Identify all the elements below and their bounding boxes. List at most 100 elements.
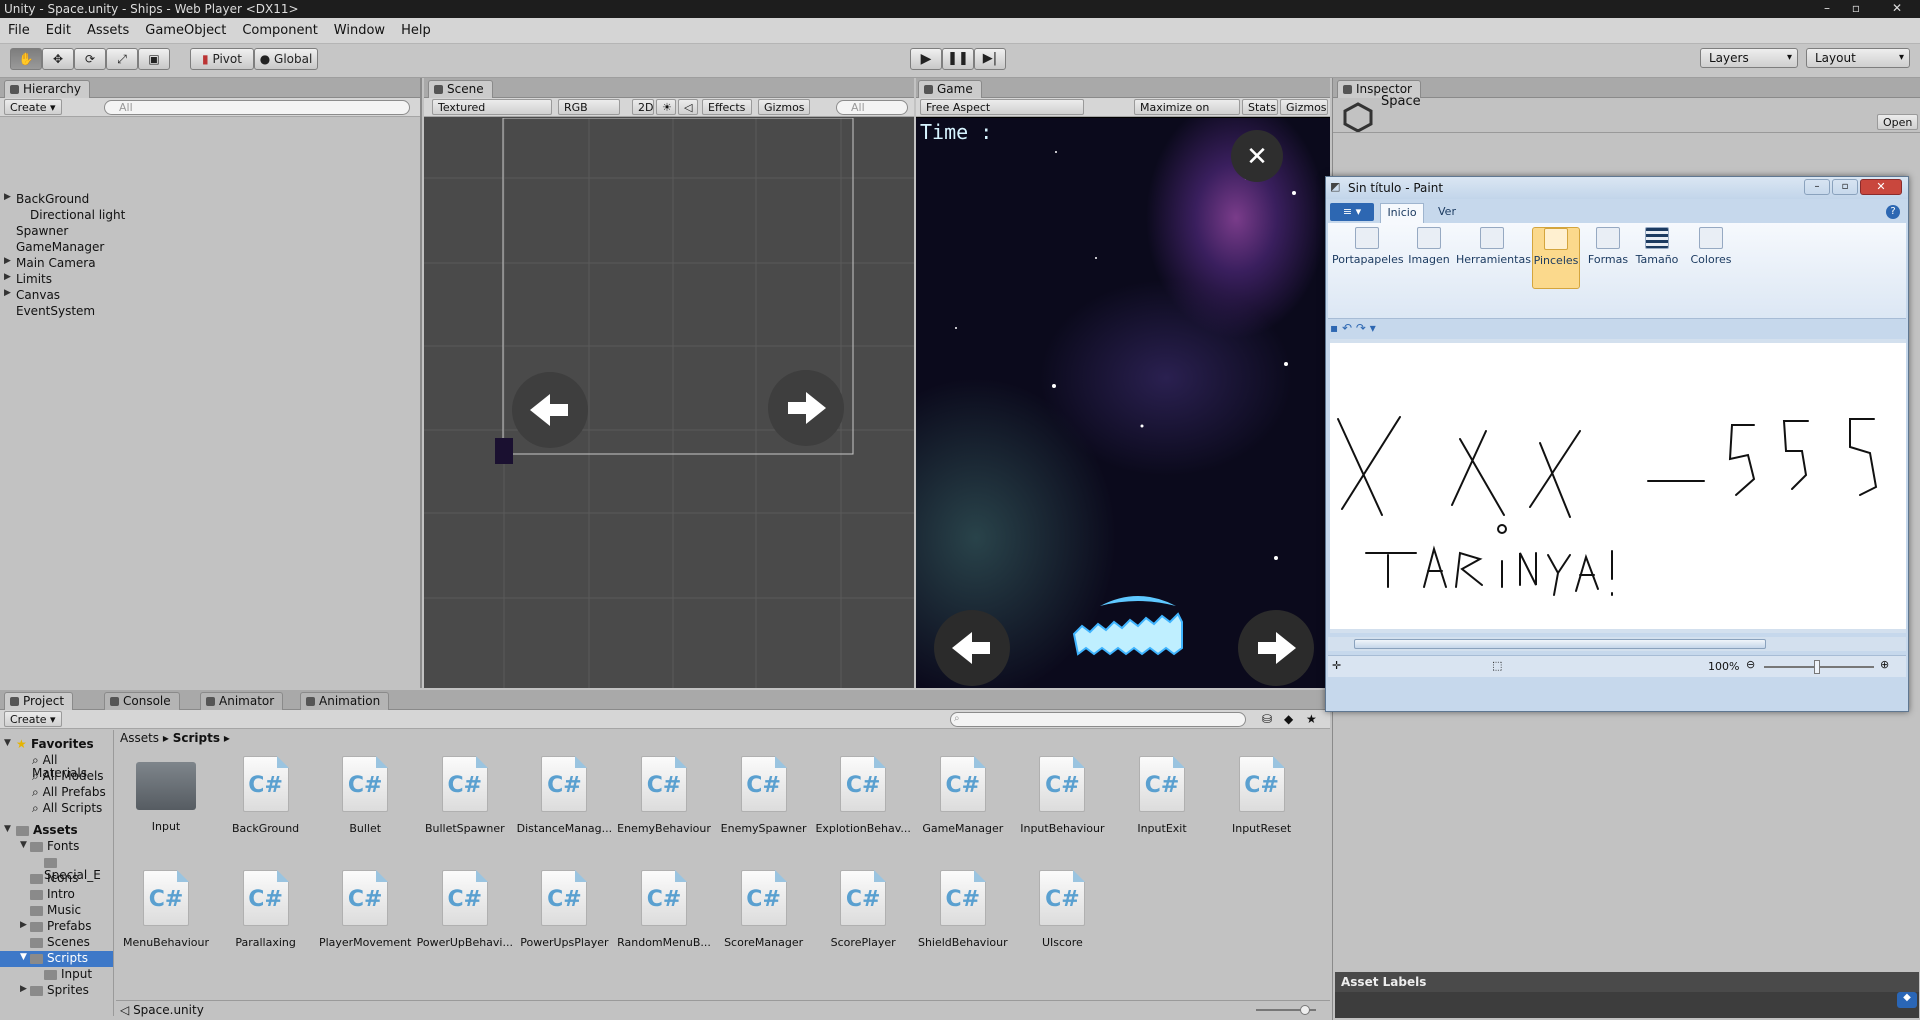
folder-item[interactable]: Input: [44, 968, 92, 981]
help-icon[interactable]: ?: [1886, 205, 1900, 219]
folder-item[interactable]: Fonts: [30, 840, 79, 853]
script-asset[interactable]: C# Bullet: [315, 756, 415, 835]
aspect-dropdown[interactable]: Free Aspect: [920, 99, 1084, 115]
zoom-slider[interactable]: [1764, 660, 1874, 674]
global-toggle[interactable]: ● Global: [254, 48, 318, 70]
favorite-item[interactable]: ⌕ All Scripts: [32, 802, 102, 815]
script-asset[interactable]: C# InputReset: [1212, 756, 1312, 835]
portapapeles-group[interactable]: Portapapeles: [1332, 227, 1404, 266]
script-asset[interactable]: C# GameManager: [913, 756, 1013, 835]
scene-search-input[interactable]: All: [836, 100, 908, 115]
undo-icon[interactable]: ↶: [1342, 321, 1352, 335]
script-asset[interactable]: C# EnemyBehaviour: [614, 756, 714, 835]
colores-group[interactable]: Colores: [1686, 227, 1736, 266]
menu-component[interactable]: Component: [234, 18, 325, 44]
script-asset[interactable]: C# DistanceManag...: [514, 756, 614, 835]
folder-item[interactable]: Intro: [30, 888, 75, 901]
paint-maximize-icon[interactable]: ▫: [1832, 179, 1858, 195]
tab-project[interactable]: Project: [4, 692, 74, 710]
script-asset[interactable]: C# BackGround: [216, 756, 316, 835]
play-button[interactable]: ▶: [910, 48, 942, 70]
expand-arrow-icon[interactable]: ▼: [20, 952, 27, 962]
hierarchy-item[interactable]: EventSystem: [16, 305, 95, 318]
horizontal-scrollbar[interactable]: [1328, 637, 1906, 651]
layout-dropdown[interactable]: Layout: [1806, 48, 1910, 68]
script-asset[interactable]: C# MenuBehaviour: [116, 870, 216, 949]
script-asset[interactable]: C# InputBehaviour: [1012, 756, 1112, 835]
filter-label-icon[interactable]: ◆: [1284, 712, 1293, 726]
hand-tool-button[interactable]: ✋: [10, 48, 42, 70]
render-mode-dropdown[interactable]: RGB: [558, 99, 620, 115]
script-asset[interactable]: C# PowerUpsPlayer: [514, 870, 614, 949]
script-asset[interactable]: C# ScoreManager: [714, 870, 814, 949]
scrollbar-thumb[interactable]: [1354, 639, 1766, 649]
menu-file[interactable]: File: [0, 18, 38, 44]
script-asset[interactable]: C# ScorePlayer: [813, 870, 913, 949]
minimize-icon[interactable]: –: [1816, 0, 1838, 16]
rotate-tool-button[interactable]: ⟳: [74, 48, 106, 70]
herramientas-group[interactable]: Herramientas: [1456, 227, 1531, 266]
game-viewport[interactable]: Time : ✕: [916, 118, 1330, 688]
project-search-input[interactable]: ⌕: [950, 712, 1246, 727]
open-button[interactable]: Open: [1877, 114, 1919, 130]
expand-arrow-icon[interactable]: ▼: [4, 824, 11, 834]
expand-arrow-icon[interactable]: ▼: [20, 840, 27, 850]
ribbon-tab-inicio[interactable]: Inicio: [1380, 203, 1424, 223]
paint-file-menu-button[interactable]: ≡ ▾: [1330, 203, 1374, 221]
expand-arrow-icon[interactable]: ▼: [4, 738, 11, 748]
breadcrumb-item[interactable]: Assets: [120, 731, 159, 745]
pivot-toggle[interactable]: ▮ Pivot: [190, 48, 254, 70]
folder-item[interactable]: Scenes: [30, 936, 90, 949]
favorite-item[interactable]: ⌕ All Prefabs: [32, 786, 106, 799]
assets-root[interactable]: Assets: [16, 824, 78, 837]
layers-dropdown[interactable]: Layers: [1700, 48, 1798, 68]
tab-game[interactable]: Game: [918, 80, 982, 98]
stats-toggle[interactable]: Stats: [1242, 99, 1278, 115]
expand-arrow-icon[interactable]: ▶: [20, 920, 27, 930]
script-asset[interactable]: C# PlayerMovement: [315, 870, 415, 949]
tab-animation[interactable]: Animation: [300, 692, 390, 710]
hierarchy-item[interactable]: GameManager: [16, 241, 104, 254]
favorites-header[interactable]: ★ Favorites: [16, 738, 94, 751]
script-asset[interactable]: C# BulletSpawner: [415, 756, 515, 835]
lighting-toggle[interactable]: ☀: [656, 99, 676, 115]
folder-item[interactable]: Music: [30, 904, 81, 917]
folder-asset[interactable]: Input: [116, 756, 216, 833]
script-asset[interactable]: C# UIscore: [1012, 870, 1112, 949]
expand-arrow-icon[interactable]: ▶: [4, 288, 11, 298]
hierarchy-item[interactable]: Spawner: [16, 225, 68, 238]
menu-assets[interactable]: Assets: [79, 18, 137, 44]
zoom-slider-thumb[interactable]: [1814, 660, 1820, 674]
zoom-out-icon[interactable]: ⊖: [1746, 658, 1755, 671]
slider-thumb[interactable]: [1300, 1005, 1310, 1015]
folder-item[interactable]: Prefabs: [30, 920, 92, 933]
tag-icon[interactable]: ◆: [1897, 992, 1917, 1008]
gizmos-dropdown[interactable]: Gizmos: [758, 99, 810, 115]
expand-arrow-icon[interactable]: ▶: [4, 272, 11, 282]
expand-arrow-icon[interactable]: ▶: [4, 256, 11, 266]
folder-item[interactable]: Sprites: [30, 984, 89, 997]
effects-dropdown[interactable]: Effects: [702, 99, 752, 115]
folder-item-selected[interactable]: Scripts: [30, 952, 88, 965]
script-asset[interactable]: C# Parallaxing: [216, 870, 316, 949]
redo-icon[interactable]: ↷: [1356, 321, 1366, 335]
scene-viewport[interactable]: [424, 118, 914, 688]
expand-arrow-icon[interactable]: ▶: [20, 984, 27, 994]
pause-button[interactable]: ❚❚: [942, 48, 974, 70]
script-asset[interactable]: C# ExplotionBehav...: [813, 756, 913, 835]
hierarchy-create-dropdown[interactable]: Create ▾: [4, 99, 62, 115]
zoom-in-icon[interactable]: ⊕: [1880, 658, 1889, 671]
script-asset[interactable]: C# PowerUpBehavi...: [415, 870, 515, 949]
menu-edit[interactable]: Edit: [38, 18, 79, 44]
script-asset[interactable]: C# ShieldBehaviour: [913, 870, 1013, 949]
tamano-group[interactable]: Tamaño: [1632, 227, 1682, 266]
hierarchy-item[interactable]: Directional light: [30, 209, 125, 222]
star-icon[interactable]: ★: [1306, 712, 1317, 726]
script-asset[interactable]: C# EnemySpawner: [714, 756, 814, 835]
expand-arrow-icon[interactable]: ▶: [4, 192, 11, 202]
hierarchy-item[interactable]: Limits: [16, 273, 52, 286]
icon-size-slider[interactable]: [1256, 1005, 1316, 1015]
shading-dropdown[interactable]: Textured: [432, 99, 552, 115]
close-icon[interactable]: ✕: [1880, 0, 1914, 16]
formas-group[interactable]: Formas: [1586, 227, 1630, 266]
